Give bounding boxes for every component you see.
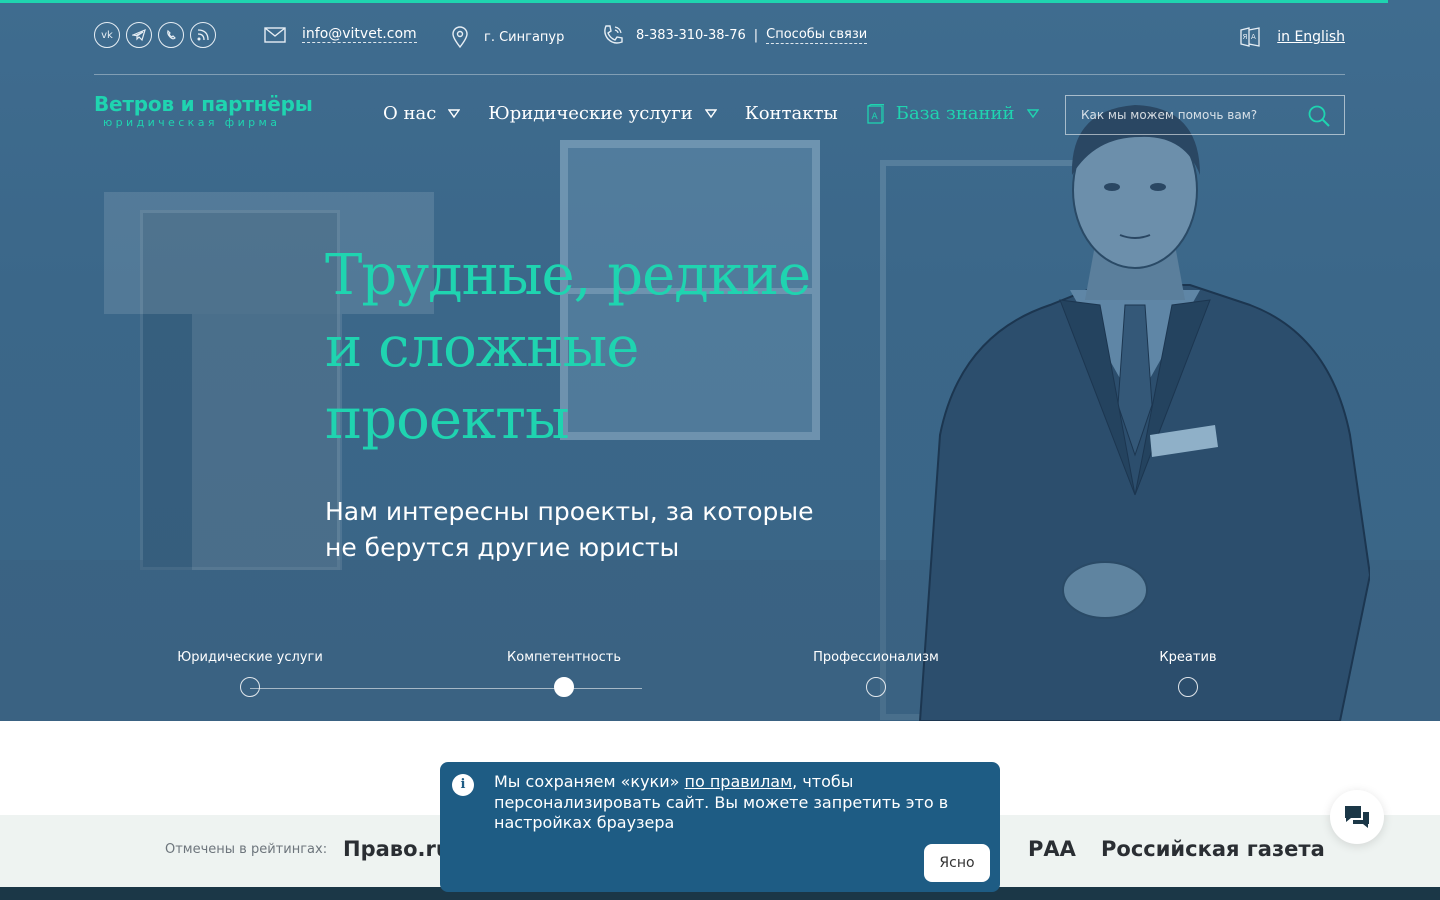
rating-raa[interactable]: РАА xyxy=(1028,837,1076,861)
search-icon[interactable] xyxy=(1308,105,1330,127)
cookie-banner: i Мы сохраняем «куки» по правилам, чтобы… xyxy=(440,762,1000,892)
info-icon: i xyxy=(452,774,474,796)
hero-headline: Трудные, редкие и сложные проекты xyxy=(325,240,885,456)
slider-stop-label: Юридические услуги xyxy=(177,650,323,665)
hero-subline: Нам интересны проекты, за которые не бер… xyxy=(325,494,845,566)
chevron-down-icon xyxy=(1026,108,1039,118)
slider-dot[interactable] xyxy=(240,677,260,697)
subline-line: не берутся другие юристы xyxy=(325,533,680,562)
slider-dot-active[interactable] xyxy=(554,677,574,697)
logo-name: Ветров и партнёры xyxy=(94,92,313,116)
svg-text:A: A xyxy=(871,112,878,122)
slider-stop-competence[interactable]: Компетентность xyxy=(474,650,654,697)
logo-subtitle: юридическая фирма xyxy=(103,116,281,129)
svg-text:A: A xyxy=(1251,33,1256,41)
email-link[interactable]: info@vitvet.com xyxy=(302,26,417,43)
slider-stop-legal-services[interactable]: Юридические услуги xyxy=(160,650,340,697)
language-switch[interactable]: ЯA in English xyxy=(1239,26,1345,48)
headline-line: и сложные xyxy=(325,315,639,380)
contact-ways-link[interactable]: Способы связи xyxy=(766,27,868,44)
main-nav: О нас Юридические услуги Контакты A База… xyxy=(383,103,1067,124)
lawyer-illustration xyxy=(918,105,1370,721)
translate-icon: ЯA xyxy=(1240,27,1260,47)
search-box xyxy=(1065,95,1345,135)
subline-line: Нам интересны проекты, за которые xyxy=(325,497,814,526)
chevron-down-icon xyxy=(448,108,461,118)
phone-number[interactable]: 8-383-310-38-76 xyxy=(636,28,746,43)
top-contact-bar: vk info@vitvet.com г. Сингапур 8-383-310… xyxy=(94,18,1345,58)
nav-item-label: Юридические услуги xyxy=(488,103,693,124)
ratings-label: Отмечены в рейтингах: xyxy=(165,842,328,857)
email-contact[interactable]: info@vitvet.com xyxy=(264,26,417,43)
book-icon: A xyxy=(867,103,884,124)
nav-item-contacts[interactable]: Контакты xyxy=(745,103,838,124)
nav-item-about[interactable]: О нас xyxy=(383,103,461,124)
slider-stop-label: Креатив xyxy=(1159,650,1217,665)
phone-separator: | xyxy=(753,27,759,43)
cookie-accept-button[interactable]: Ясно xyxy=(924,844,990,882)
rss-icon[interactable] xyxy=(190,22,216,48)
slider-stop-label: Профессионализм xyxy=(813,650,939,665)
headline-line: Трудные, редкие xyxy=(325,243,811,308)
cookie-text-before: Мы сохраняем «куки» xyxy=(494,772,685,791)
hero-slider-nav: Юридические услуги Компетентность Профес… xyxy=(150,650,1300,710)
nav-item-label: О нас xyxy=(383,103,437,124)
chevron-down-icon xyxy=(704,108,717,118)
telegram-icon[interactable] xyxy=(126,22,152,48)
location-pin-icon xyxy=(452,26,468,48)
slider-dot[interactable] xyxy=(866,677,886,697)
rating-rg[interactable]: Российская газета xyxy=(1101,837,1325,861)
header-divider xyxy=(94,74,1345,75)
nav-item-label: Контакты xyxy=(744,103,838,124)
language-link[interactable]: in English xyxy=(1277,29,1345,45)
social-links: vk xyxy=(94,22,216,48)
chat-bubbles-icon xyxy=(1345,806,1369,828)
slider-dot[interactable] xyxy=(1178,677,1198,697)
city-label: г. Сингапур xyxy=(484,29,565,45)
vk-icon[interactable]: vk xyxy=(94,22,120,48)
nav-item-legal-services[interactable]: Юридические услуги xyxy=(488,103,717,124)
hero-section: vk info@vitvet.com г. Сингапур 8-383-310… xyxy=(0,0,1440,721)
svg-text:Я: Я xyxy=(1243,33,1248,41)
search-input[interactable] xyxy=(1066,108,1296,122)
envelope-icon xyxy=(264,26,286,43)
nav-item-knowledge-base[interactable]: A База знаний xyxy=(866,103,1039,124)
logo[interactable]: Ветров и партнёры юридическая фирма xyxy=(94,92,313,129)
phone-contact: 8-383-310-38-76 | Способы связи xyxy=(602,24,868,46)
whatsapp-icon[interactable] xyxy=(158,22,184,48)
cookie-rules-link[interactable]: по правилам xyxy=(684,772,792,791)
nav-item-label: База знаний xyxy=(895,103,1015,124)
chat-button[interactable] xyxy=(1330,790,1384,844)
slider-stop-professionalism[interactable]: Профессионализм xyxy=(786,650,966,697)
phone-icon xyxy=(604,25,623,44)
headline-line: проекты xyxy=(325,387,570,452)
cookie-text: Мы сохраняем «куки» по правилам, чтобы п… xyxy=(494,772,964,834)
city-info: г. Сингапур xyxy=(452,26,564,48)
slider-stop-creativity[interactable]: Креатив xyxy=(1098,650,1278,697)
slider-stop-label: Компетентность xyxy=(507,650,621,665)
